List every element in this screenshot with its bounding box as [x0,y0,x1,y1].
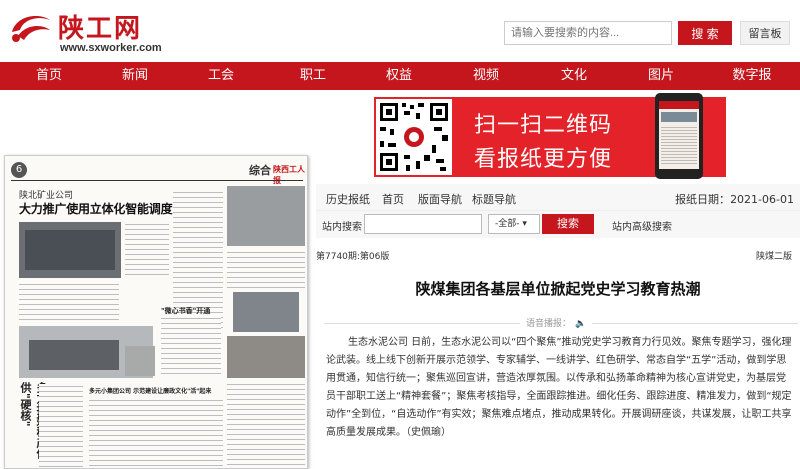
phone-preview-image [655,93,703,179]
nav-item-images[interactable]: 图片 [618,62,704,90]
search-input[interactable] [504,21,672,45]
site-search-select[interactable]: -全部- ▾ [488,214,540,234]
article-body: 生态水泥公司 日前，生态水泥公司以“四个聚焦”推动党史学习教育力行见效。聚焦专题… [326,337,792,438]
nav-item-digital-paper[interactable]: 数字报 [704,62,800,90]
site-search-bar: 站内搜索 -全部- ▾ 搜索 站内高级搜索 [316,210,800,238]
nav-item-home[interactable]: 首页 [0,62,98,90]
site-name: 陕工网 [58,14,143,44]
nav-item-video[interactable]: 视频 [442,62,530,90]
search-button[interactable]: 搜 索 [678,21,732,45]
nav-item-news[interactable]: 新闻 [98,62,172,90]
paper-section-brand: 陕西工人报 [273,164,305,185]
speaker-icon: 🔈 [575,319,587,329]
paper-sub3[interactable]: 多元小集团公司 示范建设让廉政文化"活"起来 [89,386,223,395]
history-papers-link[interactable]: 历史报纸 [326,191,370,207]
voice-broadcast[interactable]: 语音播报： 🔈 [520,316,593,329]
qr-code-icon [376,99,452,175]
logo-swirl-icon [12,16,50,42]
nav-item-culture[interactable]: 文化 [530,62,618,90]
nav-item-union[interactable]: 工会 [172,62,270,90]
chevron-down-icon: ▾ [522,219,527,229]
guestbook-button[interactable]: 留言板 [740,21,790,45]
home-link[interactable]: 首页 [382,191,404,207]
site-search-input[interactable] [364,214,482,234]
nav-item-workers[interactable]: 职工 [270,62,356,90]
site-logo[interactable]: 陕工网 www.sxworker.com [8,8,168,56]
site-domain: www.sxworker.com [60,42,162,54]
paper-toolbar: 历史报纸 首页 版面导航 标题导航 报纸日期：2021-06-01 [316,184,800,210]
edition-name: 陕煤二版 [755,252,792,262]
page-number-badge: 6 [11,162,27,178]
advanced-search-link[interactable]: 站内高级搜索 [612,218,672,233]
paper-section: 综合 [249,164,271,177]
article-title: 陕煤集团各基层单位掀起党史学习教育热潮 [415,280,701,298]
banner-line2: 看报纸更方便 [474,147,613,172]
newspaper-page-thumbnail[interactable]: 6 综合 陕西工人报 陕北矿业公司 大力推广使用立体化智能调度系统 "微心书香"… [4,155,308,469]
paper-headline[interactable]: 大力推广使用立体化智能调度系统 [19,200,196,217]
site-search-label: 站内搜索 [322,222,362,233]
issue-info: 第7740期:第06版 [316,252,390,262]
banner-line1: 扫一扫二维码 [474,113,613,138]
paper-date: 报纸日期：2021-06-01 [675,193,794,206]
site-search-button[interactable]: 搜索 [542,214,594,234]
site-header: 陕工网 www.sxworker.com 搜 索 留言板 [0,0,800,62]
title-nav-link[interactable]: 标题导航 [472,191,516,207]
paper-sub1[interactable]: "微心书香"开通 [161,306,210,316]
nav-item-rights[interactable]: 权益 [356,62,442,90]
page-nav-link[interactable]: 版面导航 [418,191,462,207]
main-nav: 首页 新闻 工会 职工 权益 视频 文化 图片 数字报 [0,62,800,90]
